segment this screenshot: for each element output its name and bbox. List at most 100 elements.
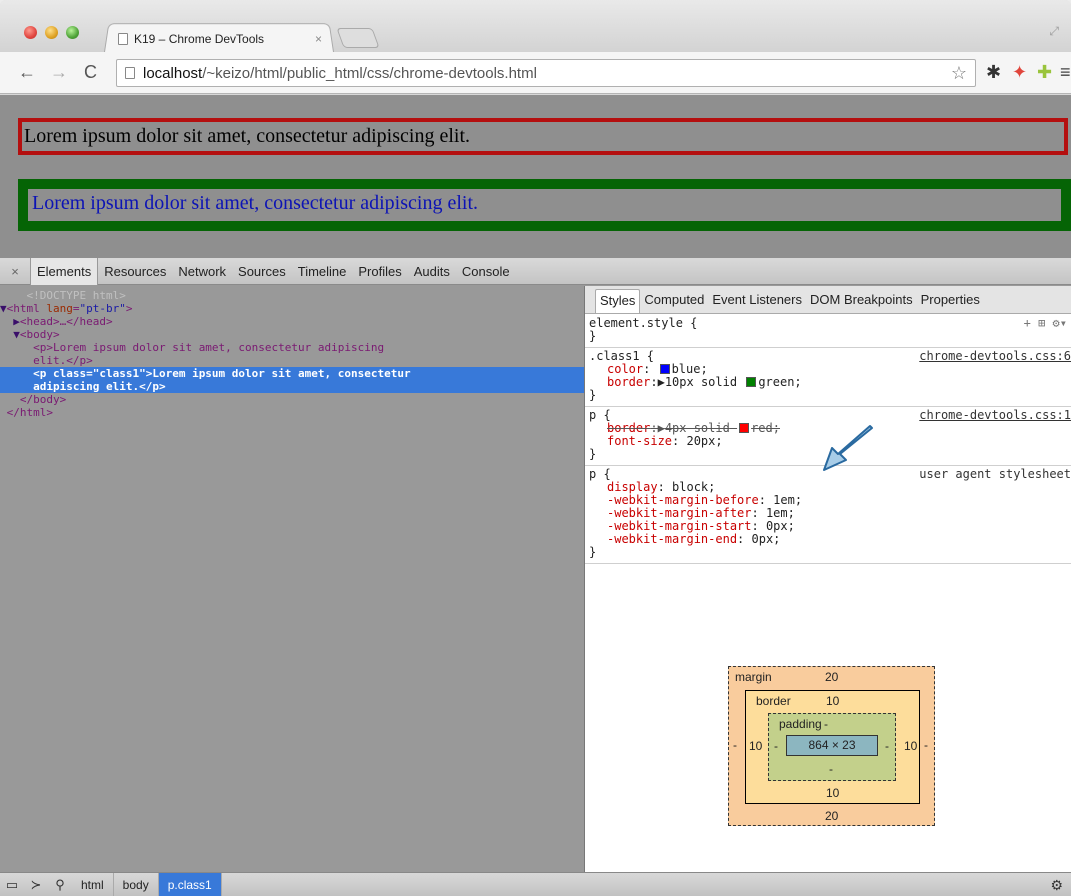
tab-console[interactable]: Console [456,258,516,285]
rule-close-brace: } [589,388,597,402]
rule-class1[interactable]: .class1 {chrome-devtools.css:6 color: bl… [585,348,1071,407]
fullscreen-icon[interactable]: ⤢ [1049,24,1059,39]
border-bottom-value[interactable]: 10 [826,786,839,800]
address-bar[interactable]: localhost/~keizo/html/public_html/css/ch… [116,59,976,87]
minimize-window-button[interactable] [45,26,58,39]
dom-node-p-cont[interactable]: elit.</p> [0,354,584,367]
box-model-content[interactable]: 864 × 23 [786,735,878,756]
tab-elements[interactable]: Elements [30,257,99,285]
breadcrumb-p-class1[interactable]: p.class1 [158,872,222,896]
color-picker-extension-icon[interactable]: ✦ [1012,60,1027,84]
expand-shorthand-icon[interactable]: ▶ [658,375,665,389]
devtools-close-icon[interactable]: × [0,264,30,279]
dom-node-html-close[interactable]: </html> [0,406,584,419]
tab-properties[interactable]: Properties [917,289,984,313]
css-val-font-size[interactable]: 20px; [686,434,722,448]
android-extension-icon[interactable]: ✚ [1037,60,1052,84]
rule-source-link[interactable]: chrome-devtools.css:6 [919,350,1071,363]
settings-gear-icon[interactable]: ⚙ [1050,877,1063,894]
margin-right-value[interactable]: - [924,738,928,752]
css-prop-border[interactable]: border [607,375,650,389]
dom-node-p[interactable]: <p>Lorem ipsum dolor sit amet, consectet… [0,341,584,354]
tab-audits[interactable]: Audits [408,258,456,285]
collapse-triangle-icon[interactable]: ▶ [13,315,20,328]
breadcrumb-html[interactable]: html [72,872,114,896]
tab-computed[interactable]: Computed [640,289,708,313]
dom-node-html[interactable]: ▼<html lang="pt-br"> [0,302,584,315]
rule-p-user-agent[interactable]: p {user agent stylesheet display: block;… [585,466,1071,564]
tab-sources[interactable]: Sources [232,258,292,285]
add-rule-icon[interactable]: + ⊞ ⚙▾ [1024,317,1067,330]
expand-triangle-icon[interactable]: ▼ [0,302,7,315]
console-drawer-icon[interactable]: ≻ [24,877,48,893]
dom-node-head[interactable]: ▶<head>…</head> [0,315,584,328]
browser-window: K19 – Chrome DevTools × ⤢ ← → C localhos… [0,0,1071,896]
browser-toolbar: ← → C localhost/~keizo/html/public_html/… [0,52,1071,94]
css-prop-font-size[interactable]: font-size [607,434,672,448]
dom-node-doctype[interactable]: <!DOCTYPE html> [0,289,584,302]
margin-top-value[interactable]: 20 [825,670,838,684]
rule-selector: p { [589,467,611,481]
search-icon[interactable]: ⚲ [48,877,72,893]
dom-node-body[interactable]: ▼<body> [0,328,584,341]
gear-icon[interactable]: ✱ [986,60,1001,84]
padding-bottom-value[interactable]: - [829,762,833,776]
tab-resources[interactable]: Resources [98,258,172,285]
content-size-value[interactable]: 864 × 23 [808,738,855,752]
tab-event-listeners[interactable]: Event Listeners [708,289,806,313]
margin-bottom-value[interactable]: 20 [825,809,838,823]
border-top-value[interactable]: 10 [826,694,839,708]
css-val: block; [672,480,716,494]
css-prop: -webkit-margin-end [607,532,738,546]
rule-element-style[interactable]: element.style { } + ⊞ ⚙▾ [585,315,1071,348]
dock-side-icon[interactable]: ▭ [0,877,24,893]
expand-triangle-icon[interactable]: ▼ [13,328,20,341]
padding-right-value[interactable]: - [885,739,889,753]
new-tab-button[interactable] [336,28,380,48]
green-swatch[interactable] [746,377,757,387]
rule-selector: .class1 { [589,349,655,363]
border-right-value[interactable]: 10 [904,739,917,753]
page-icon [118,33,128,45]
sidebar-tab-bar: Styles Computed Event Listeners DOM Brea… [585,286,1071,314]
red-swatch[interactable] [739,423,750,433]
element-style-selector: element.style { [589,316,698,330]
tab-close-icon[interactable]: × [315,32,322,46]
forward-arrow-icon[interactable]: → [50,61,68,83]
annotation-arrow-icon [823,425,873,471]
blue-swatch[interactable] [659,364,670,374]
menu-icon[interactable]: ≡ [1060,60,1071,84]
css-prop-color[interactable]: color [607,362,643,376]
padding-label: padding [779,717,822,731]
tab-profiles[interactable]: Profiles [352,258,407,285]
bookmark-star-icon[interactable]: ☆ [951,63,967,84]
box-model-padding[interactable]: padding - - - - 864 × 23 [768,713,896,781]
css-val-color[interactable]: blue; [672,362,708,376]
tab-dom-breakpoints[interactable]: DOM Breakpoints [806,289,917,313]
border-left-value[interactable]: 10 [749,739,762,753]
overridden-border-decl[interactable]: border:▶4px solid red; [589,421,780,435]
margin-left-value[interactable]: - [733,738,737,752]
back-arrow-icon[interactable]: ← [18,61,36,83]
css-val-border-color[interactable]: green; [758,375,801,389]
tab-network[interactable]: Network [172,258,232,285]
css-val-border[interactable]: 10px solid [665,375,737,389]
box-model-border[interactable]: border 10 10 10 10 padding - - - - 864 ×… [745,690,920,804]
padding-top-value[interactable]: - [824,717,828,731]
css-prop-border: border [607,421,651,435]
rule-source-link[interactable]: chrome-devtools.css:1 [919,409,1071,422]
reload-icon[interactable]: C [84,61,97,83]
breadcrumb-body[interactable]: body [114,872,159,896]
close-window-button[interactable] [24,26,37,39]
box-model-margin[interactable]: margin 20 - - 20 border 10 10 10 10 padd… [728,666,935,826]
padding-left-value[interactable]: - [774,739,778,753]
tab-styles[interactable]: Styles [595,289,641,313]
margin-label: margin [735,670,772,684]
devtools-tab-bar: × Elements Resources Network Sources Tim… [0,257,1071,285]
url-host: localhost [143,64,203,82]
tab-timeline[interactable]: Timeline [292,258,353,285]
html-attr-name: lang [46,302,73,315]
dom-node-p-class1-selected[interactable]: <p class="class1">Lorem ipsum dolor sit … [0,367,584,393]
zoom-window-button[interactable] [66,26,79,39]
dom-node-body-close[interactable]: </body> [0,393,584,406]
